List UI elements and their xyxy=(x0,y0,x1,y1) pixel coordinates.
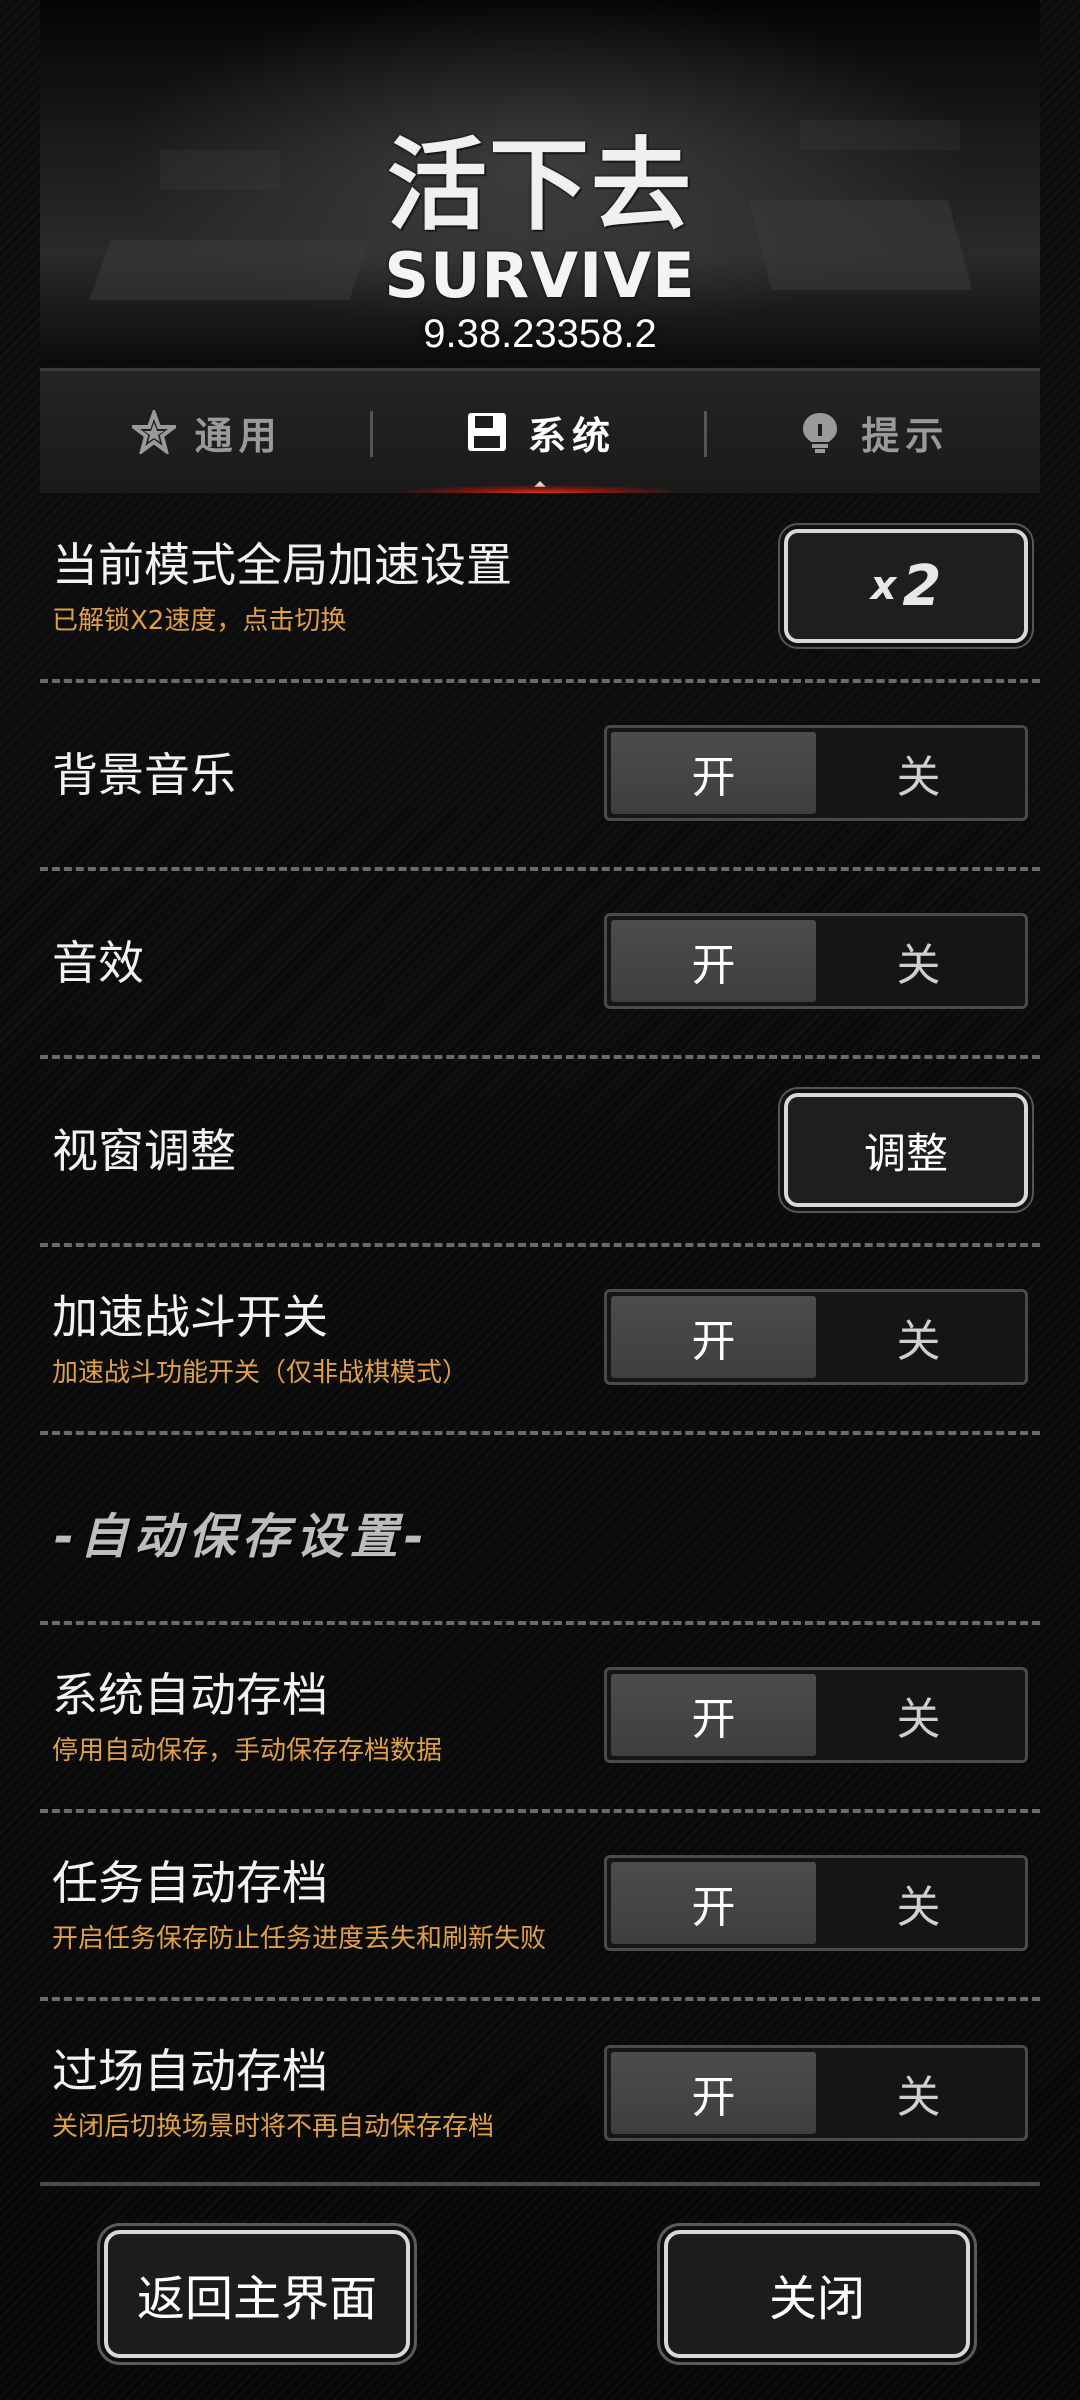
toggle-off-option[interactable]: 关 xyxy=(816,1674,1021,1756)
star-icon xyxy=(131,409,177,455)
setting-title: 背景音乐 xyxy=(52,748,236,802)
setting-title: 当前模式全局加速设置 xyxy=(52,538,512,592)
setting-title: 音效 xyxy=(52,936,144,990)
speed-multiplier-button[interactable]: x 2 xyxy=(784,529,1028,643)
lightbulb-icon xyxy=(797,409,843,455)
header-banner: 活下去 SURVIVE 9.38.23358.2 xyxy=(0,0,1080,365)
setting-row-cutscene-autosave: 过场自动存档 关闭后切换场景时将不再自动保存存档 开 关 xyxy=(40,2001,1040,2189)
setting-row-task-autosave: 任务自动存档 开启任务保存防止任务进度丢失和刷新失败 开 关 xyxy=(40,1813,1040,2001)
setting-subtitle: 开启任务保存防止任务进度丢失和刷新失败 xyxy=(52,1924,547,1954)
setting-title: 过场自动存档 xyxy=(52,2044,328,2098)
tab-system-label: 系统 xyxy=(527,413,616,458)
settings-list: 当前模式全局加速设置 已解锁X2速度，点击切换 x 2 背景音乐 开 关 音效 … xyxy=(40,495,1040,2189)
setting-title: 任务自动存档 xyxy=(52,1856,328,1910)
task-autosave-toggle: 开 关 xyxy=(604,1855,1028,1951)
adjust-viewport-button[interactable]: 调整 xyxy=(784,1093,1028,1207)
cutscene-autosave-toggle: 开 关 xyxy=(604,2045,1028,2141)
background-music-toggle: 开 关 xyxy=(604,725,1028,821)
version-number: 9.38.23358.2 xyxy=(423,312,657,356)
speed-multiplier-value: 2 xyxy=(902,553,942,619)
toggle-off-option[interactable]: 关 xyxy=(816,1862,1021,1944)
tab-general[interactable]: 通用 xyxy=(40,371,374,493)
toggle-off-option[interactable]: 关 xyxy=(816,920,1021,1002)
setting-row-viewport: 视窗调整 调整 xyxy=(40,1059,1040,1247)
game-logo-english: SURVIVE xyxy=(384,239,696,312)
game-logo-chinese: 活下去 xyxy=(387,126,693,244)
setting-row-background-music: 背景音乐 开 关 xyxy=(40,683,1040,871)
setting-subtitle: 关闭后切换场景时将不再自动保存存档 xyxy=(52,2112,495,2142)
back-to-main-button[interactable]: 返回主界面 xyxy=(104,2230,410,2358)
section-title: -自动保存设置- xyxy=(54,1509,430,1565)
setting-row-system-autosave: 系统自动存档 停用自动保存，手动保存存档数据 开 关 xyxy=(40,1625,1040,1813)
toggle-on-option[interactable]: 开 xyxy=(611,920,816,1002)
autosave-section-header: -自动保存设置- xyxy=(40,1435,1040,1625)
tab-general-label: 通用 xyxy=(194,413,283,458)
setting-row-fast-battle: 加速战斗开关 加速战斗功能开关（仅非战棋模式） 开 关 xyxy=(40,1247,1040,1435)
setting-subtitle: 加速战斗功能开关（仅非战棋模式） xyxy=(52,1358,469,1388)
setting-row-sound-effects: 音效 开 关 xyxy=(40,871,1040,1059)
tab-system[interactable]: 系统 xyxy=(373,371,707,493)
setting-subtitle: 停用自动保存，手动保存存档数据 xyxy=(52,1736,443,1766)
sound-effects-toggle: 开 关 xyxy=(604,913,1028,1009)
fast-battle-toggle: 开 关 xyxy=(604,1289,1028,1385)
toggle-on-option[interactable]: 开 xyxy=(611,732,816,814)
setting-subtitle: 已解锁X2速度，点击切换 xyxy=(52,606,347,636)
setting-row-global-speed: 当前模式全局加速设置 已解锁X2速度，点击切换 x 2 xyxy=(40,495,1040,683)
toggle-on-option[interactable]: 开 xyxy=(611,1296,816,1378)
speed-multiplier-x: x xyxy=(870,563,897,609)
setting-title: 视窗调整 xyxy=(52,1124,236,1178)
settings-screen: 活下去 SURVIVE 9.38.23358.2 通用 系统 提示 当前模式全局… xyxy=(0,0,1080,2400)
floppy-disk-icon xyxy=(464,409,510,455)
toggle-off-option[interactable]: 关 xyxy=(816,1296,1021,1378)
system-autosave-toggle: 开 关 xyxy=(604,1667,1028,1763)
toggle-on-option[interactable]: 开 xyxy=(611,1862,816,1944)
tab-bar: 通用 系统 提示 xyxy=(40,368,1040,493)
setting-title: 加速战斗开关 xyxy=(52,1290,328,1344)
close-button[interactable]: 关闭 xyxy=(664,2230,970,2358)
toggle-off-option[interactable]: 关 xyxy=(816,732,1021,814)
tab-tips[interactable]: 提示 xyxy=(707,371,1040,493)
toggle-off-option[interactable]: 关 xyxy=(816,2052,1021,2134)
toggle-on-option[interactable]: 开 xyxy=(611,2052,816,2134)
tab-tips-label: 提示 xyxy=(861,413,950,458)
footer-bar: 返回主界面 关闭 xyxy=(40,2182,1040,2400)
setting-title: 系统自动存档 xyxy=(52,1668,328,1722)
toggle-on-option[interactable]: 开 xyxy=(611,1674,816,1756)
